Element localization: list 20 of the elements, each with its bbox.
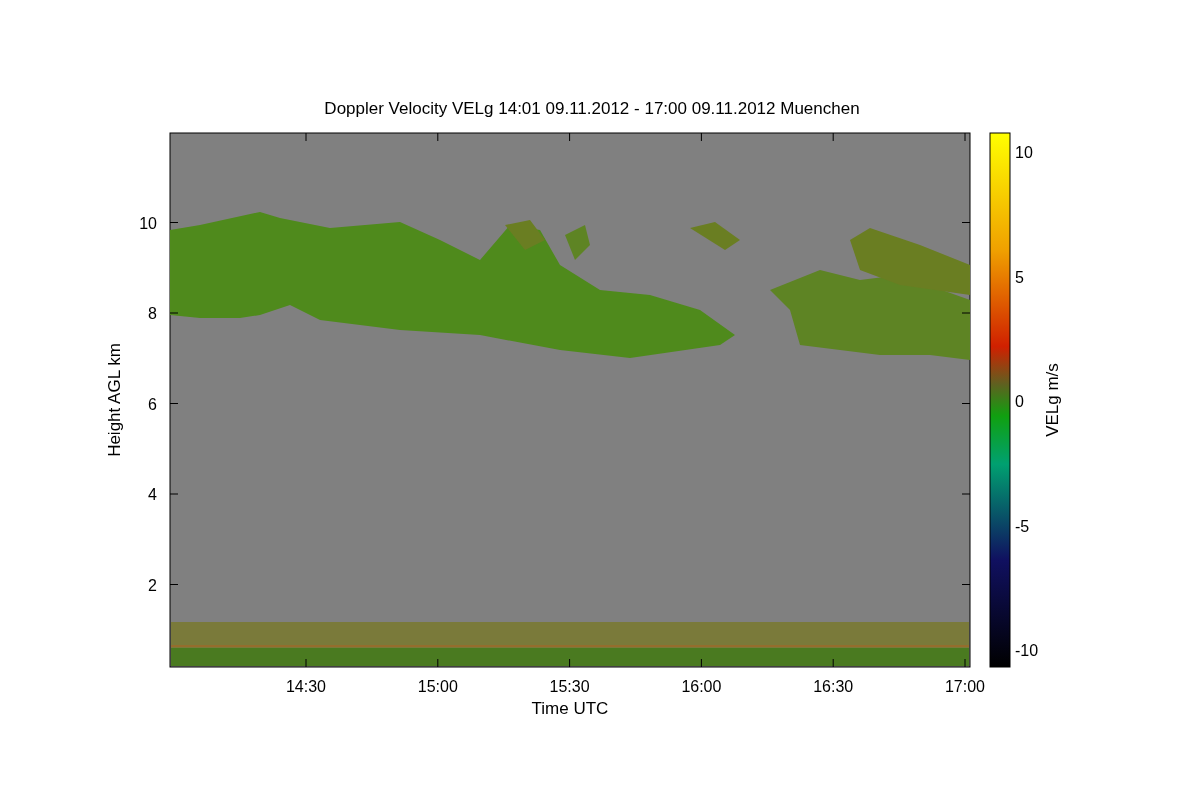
x-tick-label: 14:30 <box>286 678 326 695</box>
x-axis-label: Time UTC <box>531 699 609 718</box>
y-tick-label: 4 <box>148 486 157 503</box>
plot-title: Doppler Velocity VELg 14:01 09.11.2012 - 17:00 09.11.2012 Muenchen <box>324 99 860 118</box>
y-tick-label: 8 <box>148 305 157 322</box>
y-tick-label: 6 <box>148 395 157 413</box>
y-axis-label: Height AGL km <box>105 343 124 457</box>
colorbar-tick-label: 10 <box>1015 144 1033 161</box>
x-tick-label: 15:30 <box>549 678 590 695</box>
colorbar-tick-label: 0 <box>1015 393 1024 410</box>
colorbar-tick-label: 5 <box>1015 268 1024 286</box>
y-tick-label: 2 <box>148 576 157 594</box>
colorbar-tick-label: -10 <box>1015 642 1039 659</box>
colorbar-label: VELg m/s <box>1043 363 1062 437</box>
x-tick-label: 16:00 <box>681 678 722 695</box>
y-tick-label: 10 <box>139 214 157 232</box>
colorbar-tick-label: -5 <box>1015 517 1030 535</box>
x-tick-label: 15:00 <box>417 678 458 695</box>
x-tick-label: 17:00 <box>945 678 985 695</box>
x-tick-label: 16:30 <box>813 678 854 695</box>
